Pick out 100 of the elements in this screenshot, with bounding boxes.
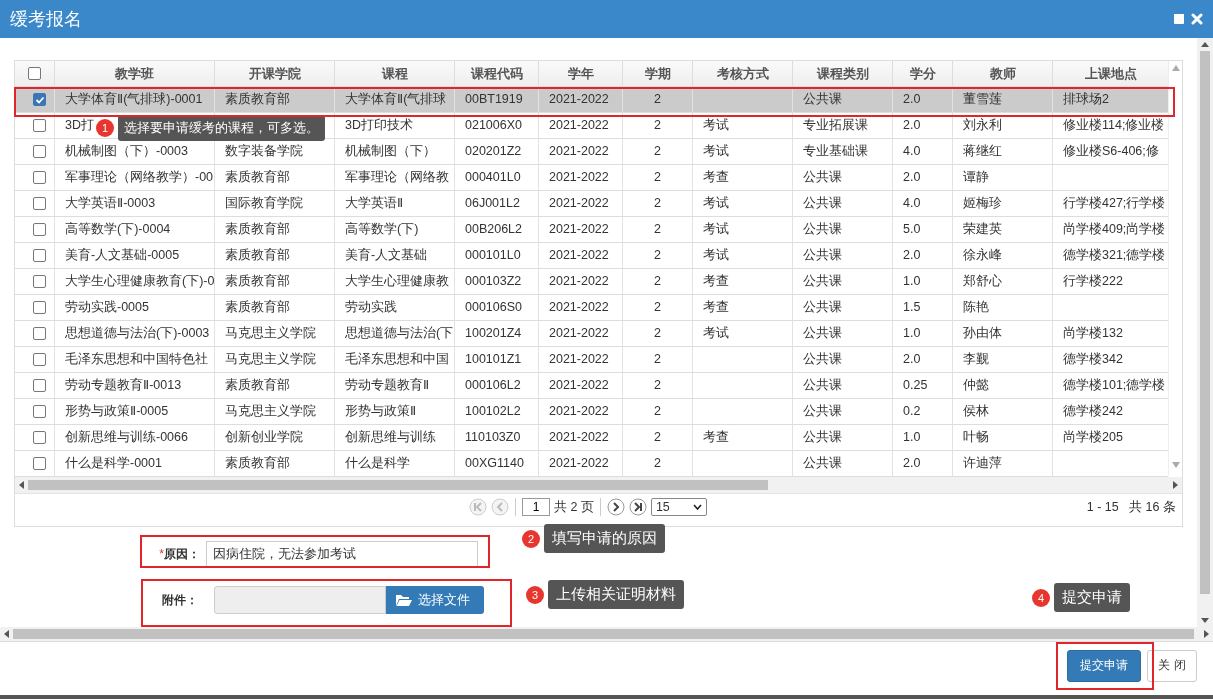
page-number-field[interactable]: 1: [522, 498, 550, 516]
table-row[interactable]: 军事理论（网络教学）-00 素质教育部 军事理论（网络教 000401L0 2021-2022 2 考查 公共课 2.0 谭静: [15, 165, 1168, 191]
table-cell: 什么是科学-0001: [65, 456, 162, 470]
table-cell: 素质教育部: [225, 456, 290, 470]
page-size-select[interactable]: 15: [650, 498, 707, 516]
table-cell: 公共课: [803, 248, 842, 262]
table-cell: 公共课: [803, 404, 842, 418]
row-checkbox[interactable]: [33, 327, 46, 340]
scrollbar[interactable]: [1197, 38, 1213, 627]
table-cell: 2.0: [903, 352, 921, 366]
table-cell: 100201Z4: [465, 326, 522, 340]
table-cell: 000103Z2: [465, 274, 522, 288]
page-count: 共 2 页: [554, 498, 594, 516]
scroll-left-icon[interactable]: [19, 481, 24, 489]
table-cell: 2: [654, 196, 661, 210]
close-icon[interactable]: [1191, 13, 1203, 25]
table-cell: 创新创业学院: [225, 430, 303, 444]
column-header[interactable]: 学年: [539, 61, 623, 86]
required-mark: *: [159, 546, 164, 561]
table-cell: 美育-人文基础: [345, 248, 428, 262]
table-cell: 公共课: [803, 378, 842, 392]
select-all-checkbox[interactable]: [28, 67, 41, 80]
table-cell: 4.0: [903, 144, 921, 158]
table-row[interactable]: 高等数学(下)-0004 素质教育部 高等数学(下) 00B206L2 2021-2022 2 考试 公共课 5.0 荣建英 尚学楼409;尚学楼: [15, 217, 1168, 243]
column-header[interactable]: 考核方式: [693, 61, 793, 86]
table-cell: 许迪萍: [963, 456, 1002, 470]
table-row[interactable]: 大学生心理健康教育(下)-0 素质教育部 大学生心理健康教 000103Z2 2021-2022 2 考查 公共课 1.0 郑舒心 行学楼222: [15, 269, 1168, 295]
table-row[interactable]: 劳动实践-0005 素质教育部 劳动实践 000106S0 2021-2022 2 考查 公共课 1.5 陈艳: [15, 295, 1168, 321]
choose-file-button[interactable]: 选择文件: [386, 586, 484, 614]
table-row[interactable]: 毛泽东思想和中国特色社 马克思主义学院 毛泽东思想和中国 100101Z1 2021-2022 2 公共课 2.0 李觐 德学楼342: [15, 347, 1168, 373]
row-checkbox[interactable]: [33, 275, 46, 288]
row-checkbox[interactable]: [33, 405, 46, 418]
column-header[interactable]: 开课学院: [215, 61, 335, 86]
table-cell: 大学生心理健康教育(下)-0: [65, 274, 214, 288]
table-cell: 1.0: [903, 430, 921, 444]
table-cell: 000101L0: [465, 248, 521, 262]
column-header[interactable]: 课程代码: [455, 61, 539, 86]
table-cell: 国际教育学院: [225, 196, 303, 210]
scrollbar[interactable]: [15, 477, 1182, 493]
reason-field[interactable]: 因病住院，无法参加考试: [206, 541, 478, 567]
row-checkbox[interactable]: [33, 197, 46, 210]
table-cell: 公共课: [803, 456, 842, 470]
row-checkbox[interactable]: [33, 171, 46, 184]
column-header[interactable]: 上课地点: [1053, 61, 1168, 86]
row-checkbox[interactable]: [33, 353, 46, 366]
row-checkbox[interactable]: [33, 431, 46, 444]
scroll-right-icon[interactable]: [1173, 481, 1178, 489]
table-row[interactable]: 大学英语Ⅱ-0003 国际教育学院 大学英语Ⅱ 06J001L2 2021-2022 2 考试 公共课 4.0 姬梅珍 行学楼427;行学楼: [15, 191, 1168, 217]
table-cell: 专业拓展课: [803, 118, 868, 132]
column-header[interactable]: 课程: [335, 61, 455, 86]
table-cell: 公共课: [803, 170, 842, 184]
close-button[interactable]: 关 闭: [1147, 649, 1197, 682]
submit-button[interactable]: 提交申请: [1067, 649, 1141, 682]
table-cell: 2: [654, 404, 661, 418]
maximize-icon[interactable]: [1173, 13, 1185, 25]
table-cell: 创新思维与训练-0066: [65, 430, 188, 444]
scroll-down-icon[interactable]: [1201, 618, 1209, 623]
table-row[interactable]: 思想道德与法治(下)-0003 马克思主义学院 思想道德与法治(下 100201Z4 2021-2022 2 考试 公共课 1.0 孙由体 尚学楼132: [15, 321, 1168, 347]
row-checkbox[interactable]: [33, 379, 46, 392]
column-header[interactable]: 教学班: [55, 61, 215, 86]
table-cell: 2: [654, 326, 661, 340]
column-header[interactable]: 教师: [953, 61, 1053, 86]
row-checkbox[interactable]: [33, 119, 46, 132]
window-title: 缓考报名: [10, 8, 83, 31]
table-cell: 2: [654, 222, 661, 236]
table-cell: 机械制图（下）: [345, 144, 436, 158]
row-checkbox[interactable]: [33, 93, 46, 106]
table-cell: 谭静: [963, 170, 989, 184]
table-cell: 2: [654, 352, 661, 366]
next-page-icon[interactable]: [606, 498, 625, 516]
table-cell: 公共课: [803, 430, 842, 444]
table-cell: 000106S0: [465, 300, 522, 314]
table-cell: 2021-2022: [549, 196, 609, 210]
scrollbar[interactable]: [0, 627, 1213, 641]
table-row[interactable]: 创新思维与训练-0066 创新创业学院 创新思维与训练 110103Z0 2021-2022 2 考查 公共课 1.0 叶畅 尚学楼205: [15, 425, 1168, 451]
row-checkbox[interactable]: [33, 301, 46, 314]
table-row[interactable]: 美育-人文基础-0005 素质教育部 美育-人文基础 000101L0 2021-2022 2 考试 公共课 2.0 徐永峰 德学楼321;德学楼: [15, 243, 1168, 269]
row-checkbox[interactable]: [33, 145, 46, 158]
scroll-right-icon[interactable]: [1204, 630, 1209, 638]
table-row[interactable]: 大学体育Ⅱ(气排球)-0001 素质教育部 大学体育Ⅱ(气排球 00BT1919 2021-2022 2 公共课 2.0 董雪莲 排球场2: [15, 87, 1168, 113]
table-cell: 劳动实践-0005: [65, 300, 149, 314]
table-cell: 2: [654, 92, 661, 106]
last-page-icon[interactable]: [628, 498, 647, 516]
table-cell: 什么是科学: [345, 456, 410, 470]
row-checkbox[interactable]: [33, 223, 46, 236]
step-badge: 1: [96, 119, 114, 137]
table-cell: 2021-2022: [549, 404, 609, 418]
table-row[interactable]: 形势与政策Ⅱ-0005 马克思主义学院 形势与政策Ⅱ 100102L2 2021-2022 2 公共课 0.2 侯林 德学楼242: [15, 399, 1168, 425]
caret-icon: [692, 504, 702, 510]
scroll-up-icon[interactable]: [1201, 42, 1209, 47]
row-checkbox[interactable]: [33, 249, 46, 262]
column-header[interactable]: 学分: [893, 61, 953, 86]
column-header[interactable]: 学期: [623, 61, 693, 86]
table-row[interactable]: 劳动专题教育Ⅱ-0013 素质教育部 劳动专题教育Ⅱ 000106L2 2021-2022 2 公共课 0.25 仲懿 德学楼101;德学楼: [15, 373, 1168, 399]
scroll-left-icon[interactable]: [4, 630, 9, 638]
column-header[interactable]: 课程类别: [793, 61, 893, 86]
table-cell: 素质教育部: [225, 300, 290, 314]
row-checkbox[interactable]: [33, 457, 46, 470]
tooltip: 上传相关证明材料: [548, 580, 684, 609]
file-field[interactable]: [214, 586, 386, 614]
